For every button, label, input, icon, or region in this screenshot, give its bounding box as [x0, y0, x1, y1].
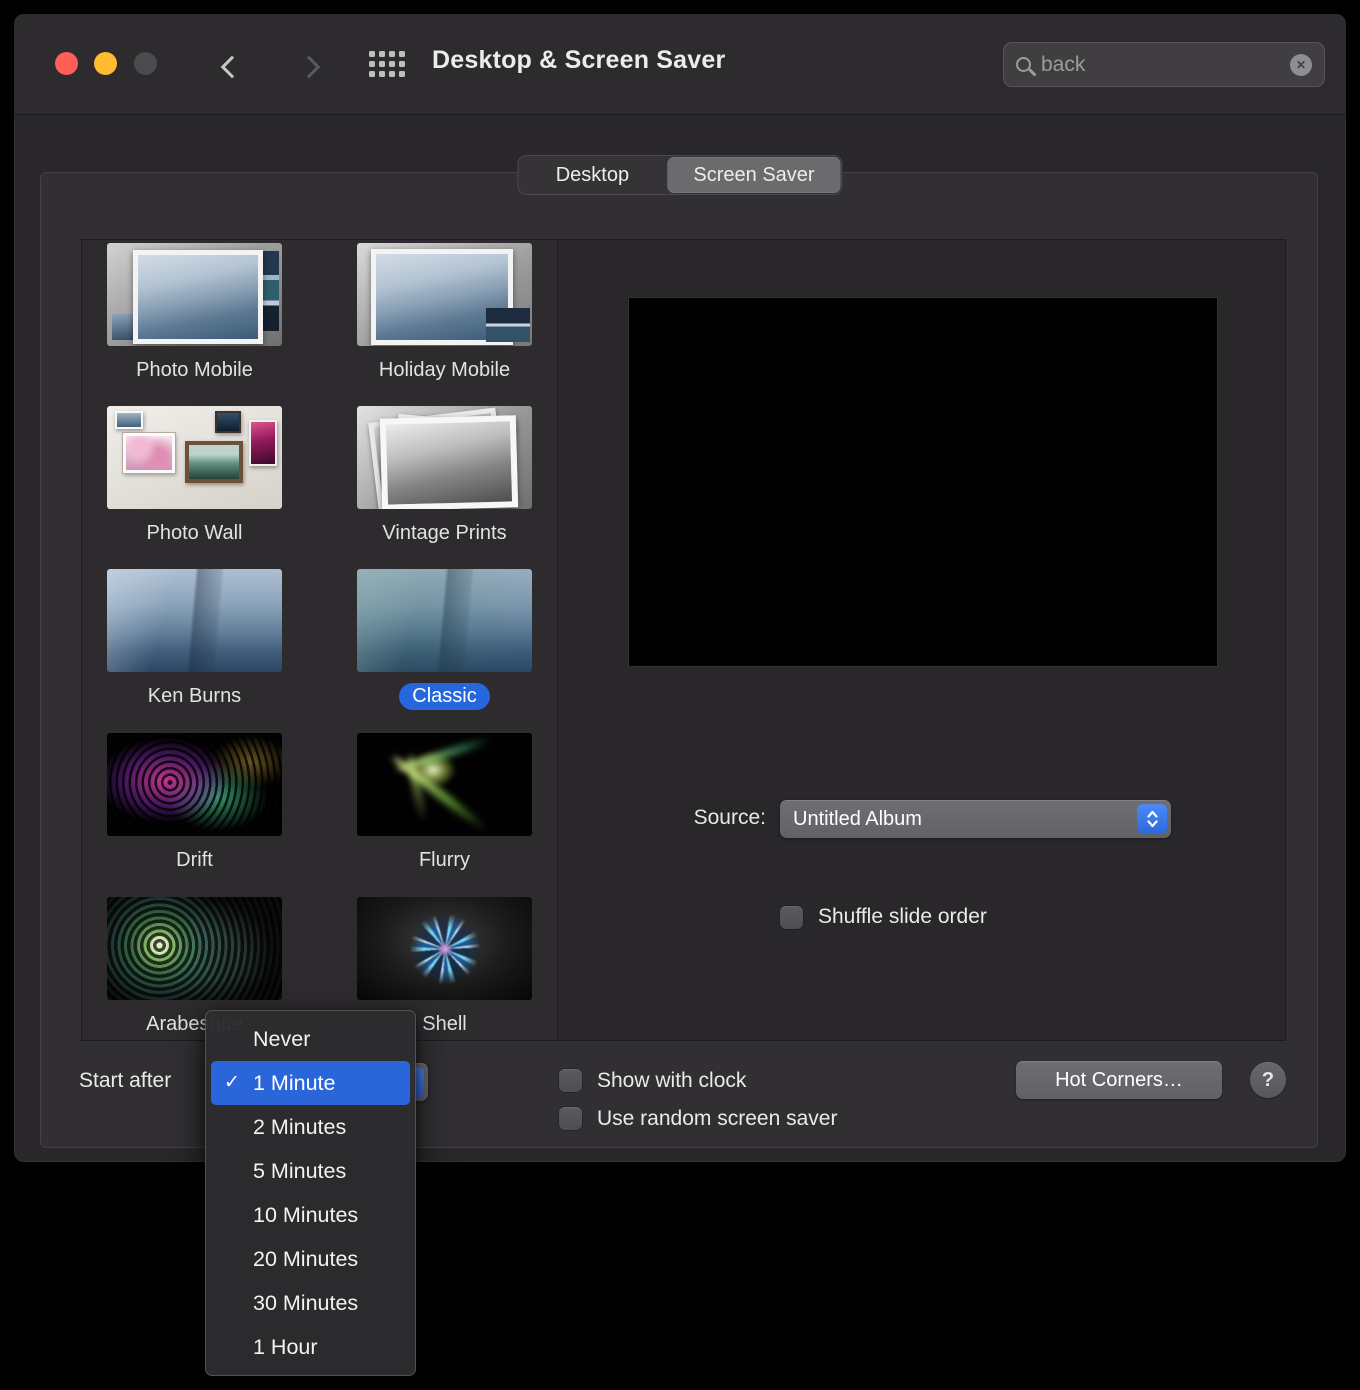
- menu-item-label: 2 Minutes: [253, 1115, 347, 1139]
- show-with-clock-checkbox[interactable]: [559, 1069, 582, 1092]
- show-with-clock-label: Show with clock: [597, 1069, 747, 1092]
- saver-label-text: Holiday Mobile: [378, 359, 511, 381]
- saver-thumb-drift[interactable]: [107, 733, 282, 836]
- saver-label-text: Photo Wall: [146, 522, 243, 544]
- menu-item-label: Never: [253, 1027, 311, 1051]
- source-label: Source:: [693, 806, 766, 829]
- chevron-left-icon: [220, 55, 244, 79]
- menu-item-label: 1 Hour: [253, 1335, 318, 1359]
- saver-thumb-holiday-mobile[interactable]: [357, 243, 532, 346]
- menu-item-30-minutes[interactable]: 30 Minutes: [206, 1281, 415, 1325]
- thumb-art-layer: [115, 411, 143, 429]
- thumb-art-layer: [215, 411, 241, 433]
- screen: Desktop & Screen Saver Desktop Screen Sa…: [0, 0, 1360, 1390]
- menu-item-label: 30 Minutes: [253, 1291, 359, 1315]
- saver-label-drift: Drift: [107, 847, 282, 874]
- tab-screen-saver[interactable]: Screen Saver: [667, 157, 841, 193]
- saver-label-text: Ken Burns: [147, 685, 242, 707]
- saver-thumb-photo-mobile[interactable]: [107, 243, 282, 346]
- saver-label-photo-mobile: Photo Mobile: [107, 357, 282, 384]
- saver-thumb-photo-wall[interactable]: [107, 406, 282, 509]
- saver-label-photo-wall: Photo Wall: [107, 520, 282, 547]
- saver-thumb-flurry[interactable]: [357, 733, 532, 836]
- saver-thumb-classic[interactable]: [357, 569, 532, 672]
- saver-list: Photo Mobile Holiday Mobile Photo Wall V…: [82, 240, 557, 1040]
- start-after-label: Start after: [79, 1069, 172, 1092]
- saver-thumb-arabesque[interactable]: [107, 897, 282, 1000]
- menu-item-label: 1 Minute: [253, 1071, 336, 1095]
- use-random-label: Use random screen saver: [597, 1107, 838, 1130]
- shuffle-label: Shuffle slide order: [818, 905, 987, 928]
- thumb-art-layer: [391, 414, 517, 502]
- saver-detail-pane: Source: Untitled Album Shuffle slide ord…: [557, 240, 1285, 1040]
- saver-label-ken-burns: Ken Burns: [107, 683, 282, 710]
- menu-item-10-minutes[interactable]: 10 Minutes: [206, 1193, 415, 1237]
- back-button[interactable]: [219, 55, 245, 81]
- menu-item-label: 10 Minutes: [253, 1203, 359, 1227]
- menu-item-label: 5 Minutes: [253, 1159, 347, 1183]
- source-popup-button[interactable]: Untitled Album: [780, 800, 1171, 838]
- use-random-checkbox[interactable]: [559, 1107, 582, 1130]
- saver-label-text: Flurry: [418, 849, 471, 871]
- screen-saver-panel: Photo Mobile Holiday Mobile Photo Wall V…: [40, 172, 1318, 1148]
- saver-label-classic-selected: Classic: [357, 683, 532, 710]
- saver-preview: [628, 297, 1218, 667]
- thumb-art-layer: [185, 441, 243, 483]
- thumb-art-layer: [122, 432, 176, 474]
- saver-label-text: Vintage Prints: [382, 522, 507, 544]
- chevrons-up-down-icon: [1146, 810, 1158, 828]
- menu-item-5-minutes[interactable]: 5 Minutes: [206, 1149, 415, 1193]
- menu-item-never[interactable]: Never: [206, 1017, 415, 1061]
- thumb-art-layer: [249, 420, 277, 466]
- source-popup-value: Untitled Album: [793, 808, 922, 830]
- selected-saver-badge: Classic: [399, 683, 490, 710]
- saver-label-flurry: Flurry: [357, 847, 532, 874]
- zoom-button-disabled: [134, 52, 157, 75]
- start-after-duration-menu: Never ✓ 1 Minute 2 Minutes 5 Minutes 10 …: [205, 1010, 416, 1376]
- chevron-right-icon: [297, 55, 321, 79]
- saver-browser: Photo Mobile Holiday Mobile Photo Wall V…: [81, 239, 1286, 1041]
- saver-label-text: Photo Mobile: [136, 359, 253, 381]
- shuffle-checkbox[interactable]: [780, 906, 803, 929]
- help-button[interactable]: ?: [1250, 1062, 1286, 1098]
- minimize-button[interactable]: [94, 52, 117, 75]
- tab-bar: Desktop Screen Saver: [517, 155, 843, 195]
- menu-item-1-hour[interactable]: 1 Hour: [206, 1325, 415, 1369]
- saver-label-text: Drift: [176, 849, 213, 871]
- saver-thumb-vintage-prints[interactable]: [357, 406, 532, 509]
- menu-item-label: 20 Minutes: [253, 1247, 359, 1271]
- clear-search-icon[interactable]: [1290, 53, 1312, 76]
- popup-stepper-icon: [1137, 804, 1167, 834]
- window-title: Desktop & Screen Saver: [432, 46, 726, 74]
- titlebar: Desktop & Screen Saver: [14, 14, 1346, 115]
- saver-thumb-ken-burns[interactable]: [107, 569, 282, 672]
- menu-item-1-minute[interactable]: ✓ 1 Minute: [211, 1061, 410, 1105]
- saver-label-text: Shell: [422, 1013, 467, 1035]
- search-icon: [1016, 57, 1031, 72]
- checkmark-icon: ✓: [224, 1072, 240, 1093]
- show-all-grid-icon[interactable]: [369, 51, 405, 77]
- thumb-art-layer: [112, 314, 148, 340]
- hot-corners-button[interactable]: Hot Corners…: [1016, 1061, 1222, 1099]
- preferences-window: Desktop & Screen Saver Desktop Screen Sa…: [14, 14, 1346, 1162]
- saver-thumb-shell[interactable]: [357, 897, 532, 1000]
- close-button[interactable]: [55, 52, 78, 75]
- menu-item-2-minutes[interactable]: 2 Minutes: [206, 1105, 415, 1149]
- search-field[interactable]: [1003, 42, 1325, 87]
- tab-desktop[interactable]: Desktop: [519, 157, 665, 193]
- forward-button[interactable]: [296, 55, 322, 81]
- saver-label-holiday-mobile: Holiday Mobile: [357, 357, 532, 384]
- saver-label-vintage-prints: Vintage Prints: [357, 520, 532, 547]
- search-input[interactable]: [1041, 52, 1280, 77]
- menu-item-20-minutes[interactable]: 20 Minutes: [206, 1237, 415, 1281]
